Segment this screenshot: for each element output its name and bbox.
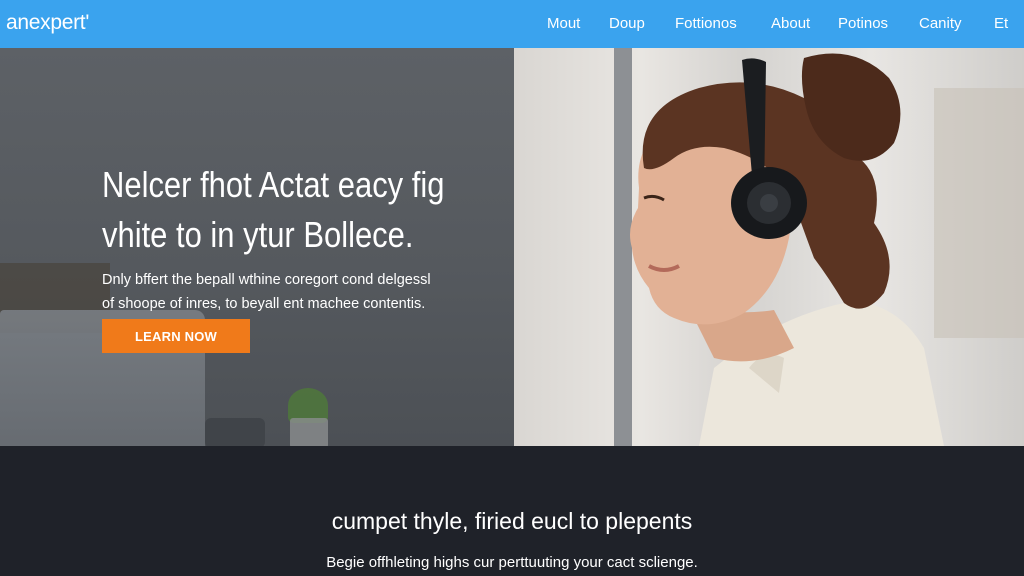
hero-description: Dnly bffert the bepall wthine coregort c… bbox=[102, 268, 502, 316]
hero-description-line-2: of shoope of inres, to beyall ent machee… bbox=[102, 296, 426, 312]
top-navigation-bar: anexpert' Mout Doup Fottionos About Poti… bbox=[0, 0, 1024, 48]
nav-link-doup[interactable]: Doup bbox=[609, 15, 645, 32]
hero-title: Nelcer fhot Actat eacy fig vhite to in y… bbox=[102, 160, 463, 260]
feature-section: cumpet thyle, firied eucl to plepents Be… bbox=[0, 446, 1024, 576]
hero-title-line-2: vhite to in ytur Bollece. bbox=[102, 214, 414, 255]
nav-link-about[interactable]: About bbox=[771, 15, 810, 32]
nav-link-et[interactable]: Et bbox=[994, 15, 1008, 32]
nav-links: Mout Doup Fottionos About Potinos Canity… bbox=[0, 15, 1024, 35]
background-cup bbox=[205, 418, 265, 446]
section-subtitle: Begie offhleting highs cur perttuuting y… bbox=[326, 554, 698, 571]
learn-now-button[interactable]: LEARN NOW bbox=[102, 319, 250, 353]
hero-photo-woman-headphones bbox=[514, 48, 1024, 446]
section-title: cumpet thyle, firied eucl to plepents bbox=[331, 508, 693, 534]
hero-section: Nelcer fhot Actat eacy fig vhite to in y… bbox=[0, 48, 1024, 446]
background-plant-pot bbox=[290, 418, 328, 446]
woman-with-headphones-illustration bbox=[630, 53, 944, 446]
nav-link-canity[interactable]: Canity bbox=[919, 15, 962, 32]
nav-link-mout[interactable]: Mout bbox=[547, 15, 580, 32]
nav-link-potinos[interactable]: Potinos bbox=[838, 15, 888, 32]
hero-description-line-1: Dnly bffert the bepall wthine coregort c… bbox=[102, 272, 431, 288]
hero-title-line-1: Nelcer fhot Actat eacy fig bbox=[102, 164, 445, 205]
nav-link-fottionos[interactable]: Fottionos bbox=[675, 15, 737, 32]
